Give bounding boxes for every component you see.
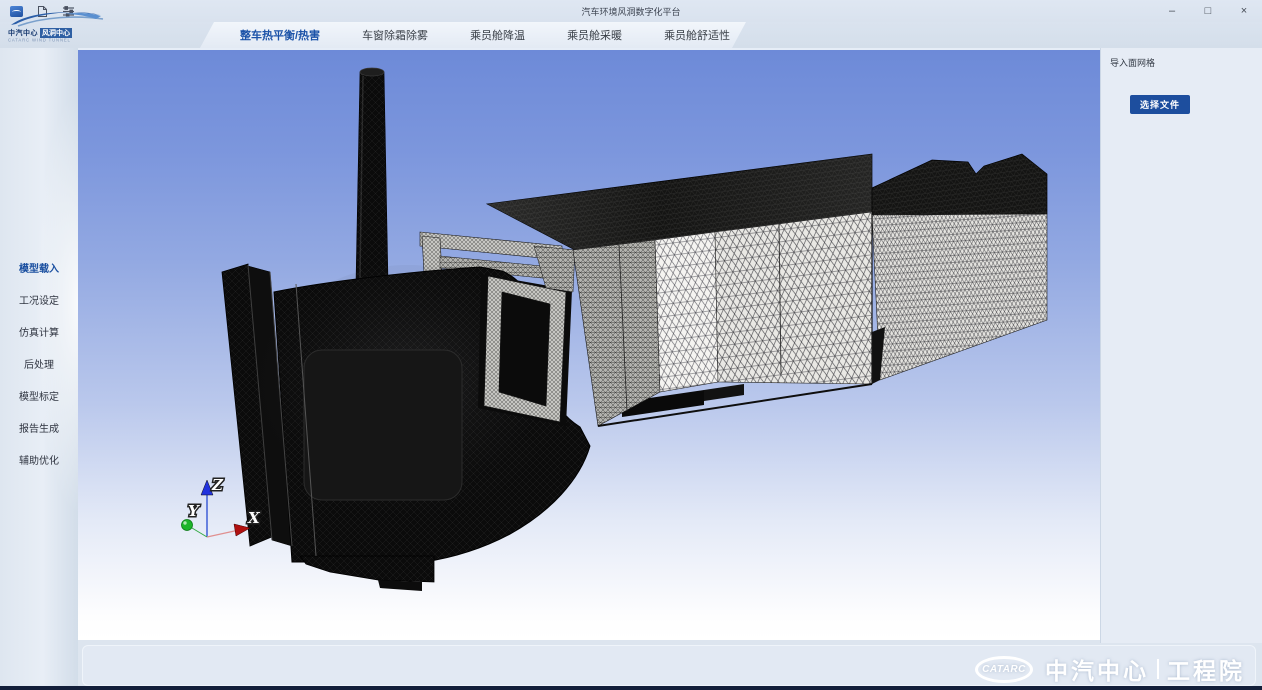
close-button[interactable]: × <box>1238 5 1250 17</box>
logo-name: 中汽中心 <box>8 28 38 38</box>
sidebar-item-model-calibration[interactable]: 模型标定 <box>19 388 59 403</box>
choose-file-button[interactable]: 选择文件 <box>1130 95 1190 114</box>
titlebar: 汽车环境风洞数字化平台 – □ × <box>0 0 1262 22</box>
3d-viewport[interactable]: Z Y X <box>78 48 1100 640</box>
tab-cabin-comfort[interactable]: 乘员舱舒适性 <box>664 27 730 43</box>
outlet-duct-mesh <box>872 154 1047 384</box>
z-axis-label: Z <box>211 476 224 494</box>
y-axis-sphere <box>182 520 193 531</box>
minimize-button[interactable]: – <box>1166 5 1178 17</box>
tab-vehicle-thermal[interactable]: 整车热平衡/热害 <box>240 27 320 43</box>
sidebar-item-simulation[interactable]: 仿真计算 <box>19 324 59 339</box>
bottom-status-panel: CATARC 中汽中心 工程院 <box>82 645 1256 686</box>
y-axis-label: Y <box>188 502 200 520</box>
brand-dept: 工程院 <box>1167 652 1245 686</box>
logo-badge: 风洞中心 <box>40 28 72 38</box>
brand-org: 中汽中心 <box>1045 652 1149 686</box>
tab-cabin-heating[interactable]: 乘员舱采暖 <box>567 27 622 43</box>
catarc-wind-tunnel-logo: 中汽中心 风洞中心 CATARC WIND TUNNEL <box>8 8 116 44</box>
tab-strip: 整车热平衡/热害 车窗除霜除雾 乘员舱降温 乘员舱采暖 乘员舱舒适性 <box>200 22 746 48</box>
sidebar-item-model-load[interactable]: 模型载入 <box>19 260 59 275</box>
catarc-brand: CATARC 中汽中心 工程院 <box>975 652 1245 686</box>
workflow-sidebar: 模型载入 工况设定 仿真计算 后处理 模型标定 报告生成 辅助优化 <box>0 48 78 686</box>
bottom-edge-strip <box>0 686 1262 690</box>
catarc-oval-logo: CATARC <box>975 656 1033 683</box>
mounting-ring-frame <box>478 274 572 426</box>
sidebar-item-aux-optimization[interactable]: 辅助优化 <box>19 452 59 467</box>
sidebar-item-report[interactable]: 报告生成 <box>19 420 59 435</box>
sidebar-item-condition-setup[interactable]: 工况设定 <box>19 292 59 307</box>
tab-cabin-cooldown[interactable]: 乘员舱降温 <box>470 27 525 43</box>
header-bar: 整车热平衡/热害 车窗除霜除雾 乘员舱降温 乘员舱采暖 乘员舱舒适性 中汽中心 … <box>0 22 1262 48</box>
brand-divider <box>1157 659 1159 679</box>
import-mesh-panel: 导入面网格 选择文件 <box>1100 48 1262 643</box>
inlet-pipe <box>356 68 388 282</box>
sidebar-item-postprocess[interactable]: 后处理 <box>24 356 54 371</box>
maximize-button[interactable]: □ <box>1202 5 1214 17</box>
mesh-model-canvas: Z Y X <box>78 50 1100 640</box>
under-box-shadow-2 <box>704 384 744 401</box>
logo-subtitle: CATARC WIND TUNNEL <box>8 38 100 43</box>
import-mesh-title: 导入面网格 <box>1101 48 1262 69</box>
x-axis-label: X <box>247 509 261 527</box>
tab-defrost-demist[interactable]: 车窗除霜除雾 <box>362 27 428 43</box>
window-title: 汽车环境风洞数字化平台 <box>0 5 1262 18</box>
